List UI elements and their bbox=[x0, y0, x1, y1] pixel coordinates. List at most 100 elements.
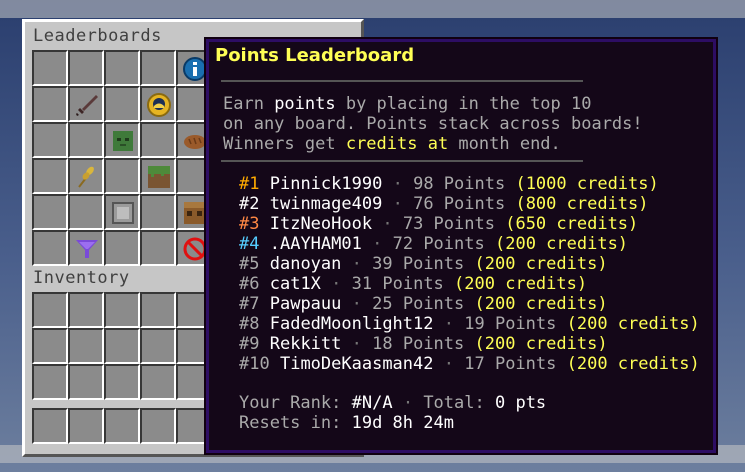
resets-value: 19d 8h 24m bbox=[351, 413, 454, 433]
slot[interactable] bbox=[68, 292, 104, 328]
slot-sword[interactable] bbox=[68, 86, 104, 122]
slot[interactable] bbox=[68, 408, 104, 444]
separator: · bbox=[351, 294, 362, 314]
funnel-icon bbox=[76, 240, 98, 258]
entry-credits: (800 credits) bbox=[515, 194, 649, 214]
slot[interactable] bbox=[104, 328, 140, 364]
leaderboard-entry: #4 .AAYHAM01 · 72 Points (200 credits) bbox=[239, 234, 628, 254]
slot[interactable] bbox=[104, 292, 140, 328]
description-line: Earn points by placing in the top 10 bbox=[223, 94, 591, 114]
entry-points: 72 Points bbox=[392, 234, 485, 254]
entry-credits: (200 credits) bbox=[474, 254, 608, 274]
points-leaderboard-tooltip: Points Leaderboard Earn points by placin… bbox=[206, 39, 716, 453]
sky-band bbox=[0, 0, 745, 18]
slot-funnel[interactable] bbox=[68, 230, 104, 266]
slot[interactable] bbox=[140, 408, 176, 444]
entry-name: Rekkitt bbox=[269, 334, 342, 354]
slot[interactable] bbox=[32, 328, 68, 364]
entry-rank: #10 bbox=[239, 354, 270, 374]
slot[interactable] bbox=[104, 158, 140, 194]
slot-zombie[interactable] bbox=[104, 122, 140, 158]
entry-rank: #3 bbox=[239, 214, 260, 234]
slot[interactable] bbox=[32, 194, 68, 230]
entry-rank: #4 bbox=[239, 234, 260, 254]
entry-points: 18 Points bbox=[372, 334, 465, 354]
entry-points: 17 Points bbox=[464, 354, 557, 374]
entry-rank: #9 bbox=[239, 334, 260, 354]
your-rank-line: Your Rank: #N/A · Total: 0 pts bbox=[239, 393, 546, 413]
slot[interactable] bbox=[68, 50, 104, 86]
description-line: Winners get credits at month end. bbox=[223, 134, 561, 154]
entry-credits: (200 credits) bbox=[566, 314, 700, 334]
slot[interactable] bbox=[68, 328, 104, 364]
divider bbox=[221, 80, 583, 82]
stone-block-icon bbox=[112, 202, 134, 224]
info-icon bbox=[183, 57, 207, 81]
entry-rank: #1 bbox=[239, 174, 260, 194]
slot[interactable] bbox=[140, 122, 176, 158]
description-line: on any board. Points stack across boards… bbox=[223, 114, 643, 134]
barrier-icon bbox=[183, 237, 207, 261]
separator: · bbox=[392, 194, 403, 214]
slot[interactable] bbox=[32, 364, 68, 400]
slot[interactable] bbox=[140, 292, 176, 328]
slot[interactable] bbox=[140, 230, 176, 266]
separator: · bbox=[331, 274, 342, 294]
entry-credits: (200 credits) bbox=[474, 334, 608, 354]
slot[interactable] bbox=[104, 86, 140, 122]
slot[interactable] bbox=[104, 50, 140, 86]
slot[interactable] bbox=[32, 230, 68, 266]
slot-stone[interactable] bbox=[104, 194, 140, 230]
desc-text: by placing in the top 10 bbox=[335, 94, 592, 114]
slot[interactable] bbox=[32, 122, 68, 158]
slot[interactable] bbox=[68, 194, 104, 230]
slot[interactable] bbox=[68, 364, 104, 400]
leaderboard-entry: #8 FadedMoonlight12 · 19 Points (200 cre… bbox=[239, 314, 700, 334]
slot[interactable] bbox=[140, 328, 176, 364]
slot[interactable] bbox=[32, 408, 68, 444]
entry-points: 76 Points bbox=[413, 194, 506, 214]
entry-credits: (200 credits) bbox=[454, 274, 588, 294]
slot-clock[interactable] bbox=[140, 86, 176, 122]
slot[interactable] bbox=[32, 86, 68, 122]
total-value: 0 pts bbox=[494, 393, 547, 413]
entry-credits: (200 credits) bbox=[494, 234, 629, 254]
inventory-title: Inventory bbox=[33, 268, 130, 288]
desc-text: month end. bbox=[448, 134, 561, 154]
entry-points: 39 Points bbox=[372, 254, 465, 274]
slot[interactable] bbox=[32, 158, 68, 194]
slot-wheat[interactable] bbox=[68, 158, 104, 194]
slot[interactable] bbox=[104, 408, 140, 444]
slot-grass[interactable] bbox=[140, 158, 176, 194]
your-rank-label: Your Rank: bbox=[239, 393, 342, 413]
slot[interactable] bbox=[68, 122, 104, 158]
entry-points: 25 Points bbox=[372, 294, 465, 314]
resets-line: Resets in: 19d 8h 24m bbox=[239, 413, 454, 433]
tooltip-title: Points Leaderboard bbox=[215, 45, 415, 66]
entry-credits: (200 credits) bbox=[566, 354, 700, 374]
slot[interactable] bbox=[32, 292, 68, 328]
slot[interactable] bbox=[104, 230, 140, 266]
separator: · bbox=[351, 254, 362, 274]
slot[interactable] bbox=[140, 50, 176, 86]
entry-name: cat1X bbox=[269, 274, 321, 294]
chest-title: Leaderboards bbox=[33, 26, 162, 46]
entry-name: ItzNeoHook bbox=[269, 214, 373, 234]
slot[interactable] bbox=[140, 364, 176, 400]
slot[interactable] bbox=[140, 194, 176, 230]
entry-rank: #8 bbox=[239, 314, 260, 334]
leaderboard-entry: #5 danoyan · 39 Points (200 credits) bbox=[239, 254, 608, 274]
grass-block-icon bbox=[148, 166, 170, 188]
wheat-icon bbox=[78, 166, 94, 188]
separator: · bbox=[443, 354, 454, 374]
leaderboard-entry: #9 Rekkitt · 18 Points (200 credits) bbox=[239, 334, 608, 354]
entry-credits: (200 credits) bbox=[474, 294, 608, 314]
entry-name: Pawpauu bbox=[269, 294, 342, 314]
slot[interactable] bbox=[32, 50, 68, 86]
slot[interactable] bbox=[104, 364, 140, 400]
leaderboard-entry: #2 twinmage409 · 76 Points (800 credits) bbox=[239, 194, 649, 214]
entry-name: twinmage409 bbox=[269, 194, 383, 214]
total-label: Total: bbox=[423, 393, 485, 413]
separator: · bbox=[392, 174, 403, 194]
sword-icon bbox=[76, 95, 98, 116]
